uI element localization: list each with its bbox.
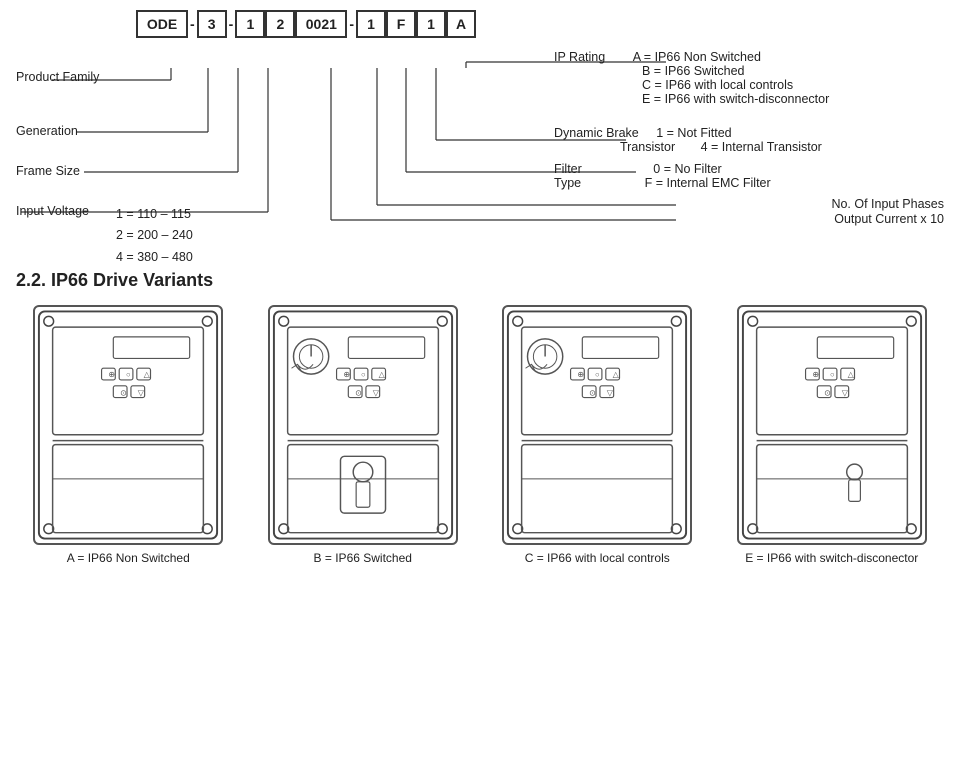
svg-text:▽: ▽ [373,389,380,398]
variant-e: ⊕ ○ △ ⊙ ▽ E = IP66 with switch-disconect… [720,305,945,565]
svg-text:△: △ [613,370,620,379]
svg-text:⊕: ⊕ [812,370,819,379]
label-no-input-phases: No. Of Input Phases [664,197,944,211]
label-product-family: Product Family [16,70,99,84]
label-dynamic-brake: Dynamic Brake 1 = Not Fitted Transistor … [554,126,944,154]
svg-text:⊙: ⊙ [589,389,596,398]
label-generation: Generation [16,124,78,138]
section-heading-ip66: 2.2. IP66 Drive Variants [16,270,944,291]
pn-F: F [386,10,416,38]
variant-b-label: B = IP66 Switched [314,551,412,565]
svg-text:○: ○ [830,370,835,379]
variant-a: ⊕ ○ △ ⊙ ▽ A = IP66 Non Switched [16,305,241,565]
iv-2: 2 = 200 – 240 [116,225,193,246]
svg-text:△: △ [847,370,854,379]
pn-2: 2 [265,10,295,38]
svg-text:▽: ▽ [138,389,145,398]
drive-image-c: ⊕ ○ △ ⊙ ▽ [502,305,692,545]
svg-text:⊕: ⊕ [343,370,350,379]
variant-b: ⊕ ○ △ ⊙ ▽ B = IP66 Switched [251,305,476,565]
label-ip-rating: IP Rating A = IP66 Non Switched B = IP66… [554,50,944,106]
pn-sep3: - [347,16,356,32]
label-output-current: Output Current x 10 [664,212,944,226]
svg-text:⊙: ⊙ [120,389,127,398]
svg-text:▽: ▽ [607,389,614,398]
iv-4: 4 = 380 – 480 [116,247,193,268]
pn-1b: 1 [356,10,386,38]
svg-text:▽: ▽ [842,389,849,398]
svg-text:△: △ [378,370,385,379]
variant-e-label: E = IP66 with switch-disconector [745,551,918,565]
pn-1: 1 [235,10,265,38]
label-filter-type: Filter 0 = No Filter Type F = Internal E… [554,162,944,190]
diagram-wrapper: Product Family Generation Frame Size Inp… [16,42,944,252]
pn-sep2: - [227,16,236,32]
svg-text:○: ○ [361,370,366,379]
drive-image-a: ⊕ ○ △ ⊙ ▽ [33,305,223,545]
input-voltage-values: 1 = 110 – 115 2 = 200 – 240 4 = 380 – 48… [116,204,193,268]
pn-ode: ODE [136,10,188,38]
part-number-section: ODE - 3 - 1 2 0021 - 1 F 1 A [16,10,944,252]
svg-text:⊙: ⊙ [355,389,362,398]
variant-a-label: A = IP66 Non Switched [67,551,190,565]
label-input-voltage: Input Voltage [16,204,89,218]
pn-1c: 1 [416,10,446,38]
variant-c: ⊕ ○ △ ⊙ ▽ C = IP66 with local controls [485,305,710,565]
pn-sep1: - [188,16,197,32]
svg-text:○: ○ [595,370,600,379]
svg-text:⊕: ⊕ [109,370,116,379]
iv-1: 1 = 110 – 115 [116,204,193,225]
pn-3: 3 [197,10,227,38]
drive-variants-container: ⊕ ○ △ ⊙ ▽ A = IP66 Non Switched [16,305,944,565]
label-frame-size: Frame Size [16,164,80,178]
variant-c-label: C = IP66 with local controls [525,551,670,565]
drive-image-e: ⊕ ○ △ ⊙ ▽ [737,305,927,545]
pn-A: A [446,10,476,38]
part-number-boxes: ODE - 3 - 1 2 0021 - 1 F 1 A [136,10,944,38]
pn-0021: 0021 [295,10,347,38]
drive-image-b: ⊕ ○ △ ⊙ ▽ [268,305,458,545]
svg-text:△: △ [144,370,151,379]
svg-text:○: ○ [126,370,131,379]
svg-text:⊕: ⊕ [578,370,585,379]
svg-text:⊙: ⊙ [824,389,831,398]
